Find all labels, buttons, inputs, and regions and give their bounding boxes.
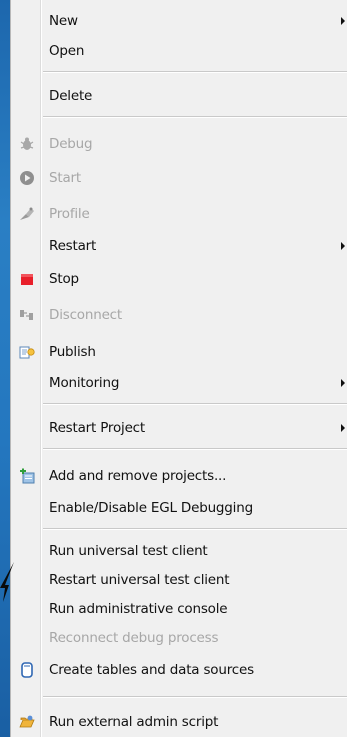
menu-separator [43, 696, 347, 698]
menu-item-debug[interactable]: Debug [11, 133, 347, 155]
menu-item-start[interactable]: Start [11, 167, 347, 189]
menu-item-publish[interactable]: Publish [11, 341, 347, 363]
menu-item-label: Restart Project [49, 420, 146, 436]
add-remove-projects-icon [19, 468, 35, 484]
menu-item-add-remove-projects[interactable]: Add and remove projects... [11, 465, 347, 487]
menu-item-label: Debug [49, 136, 93, 152]
menu-separator [43, 448, 347, 450]
menu-separator [43, 116, 347, 118]
menu-item-label: Reconnect debug process [49, 630, 219, 646]
menu-item-label: Publish [49, 344, 96, 360]
menu-item-label: Add and remove projects... [49, 468, 227, 484]
menu-item-label: Run external admin script [49, 714, 219, 730]
menu-item-run-administrative-console[interactable]: Run administrative console [11, 598, 347, 620]
menu-item-restart-universal-test-client[interactable]: Restart universal test client [11, 569, 347, 591]
submenu-arrow-icon [341, 17, 345, 25]
menu-item-label: Restart universal test client [49, 572, 230, 588]
menu-item-label: New [49, 13, 78, 29]
menu-item-label: Run universal test client [49, 543, 208, 559]
menu-item-label: Disconnect [49, 307, 122, 323]
menu-item-label: Monitoring [49, 375, 120, 391]
menu-item-delete[interactable]: Delete [11, 85, 347, 107]
menu-item-restart[interactable]: Restart [11, 235, 347, 257]
menu-item-label: Run administrative console [49, 601, 228, 617]
menu-separator [43, 528, 347, 530]
menu-item-label: Enable/Disable EGL Debugging [49, 500, 253, 516]
start-icon [19, 170, 35, 186]
menu-item-stop[interactable]: Stop [11, 268, 347, 290]
menu-item-label: Start [49, 170, 81, 186]
menu-item-reconnect-debug-process[interactable]: Reconnect debug process [11, 627, 347, 649]
menu-item-enable-disable-egl-debugging[interactable]: Enable/Disable EGL Debugging [11, 497, 347, 519]
publish-icon [19, 344, 35, 360]
debug-icon [19, 136, 35, 152]
submenu-arrow-icon [341, 242, 345, 250]
menu-item-label: Delete [49, 88, 93, 104]
menu-item-restart-project[interactable]: Restart Project [11, 417, 347, 439]
menu-item-run-external-admin-script[interactable]: Run external admin script [11, 711, 347, 733]
menu-item-disconnect[interactable]: Disconnect [11, 304, 347, 326]
profile-icon [19, 206, 35, 222]
menu-item-open[interactable]: Open [11, 40, 347, 62]
submenu-arrow-icon [341, 379, 345, 387]
menu-item-label: Restart [49, 238, 97, 254]
menu-item-run-universal-test-client[interactable]: Run universal test client [11, 540, 347, 562]
menu-item-new[interactable]: New [11, 10, 347, 32]
menu-item-label: Create tables and data sources [49, 662, 254, 678]
disconnect-icon [19, 307, 35, 323]
menu-item-profile[interactable]: Profile [11, 203, 347, 225]
menu-item-label: Stop [49, 271, 79, 287]
context-menu: New Open Delete Debug Start Profile Rest… [10, 0, 347, 737]
menu-separator [43, 403, 347, 405]
stop-icon [19, 271, 35, 287]
script-icon [19, 714, 35, 730]
mouse-pointer-arrow [0, 562, 14, 602]
menu-item-label: Open [49, 43, 85, 59]
menu-item-create-tables-and-data-sources[interactable]: Create tables and data sources [11, 659, 347, 681]
menu-separator [43, 71, 347, 73]
menu-item-label: Profile [49, 206, 90, 222]
database-icon [19, 662, 35, 678]
submenu-arrow-icon [341, 424, 345, 432]
menu-item-monitoring[interactable]: Monitoring [11, 372, 347, 394]
